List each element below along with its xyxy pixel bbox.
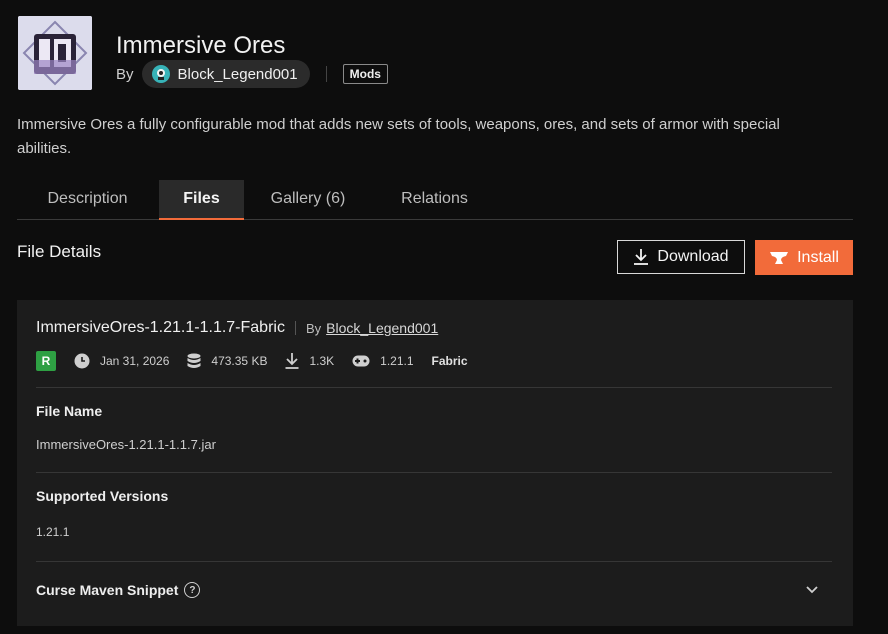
file-date-text: Jan 31, 2026	[100, 354, 170, 368]
tab-relations[interactable]: Relations	[377, 180, 492, 218]
curse-maven-row[interactable]: Curse Maven Snippet ?	[36, 582, 201, 598]
file-meta-row: R Jan 31, 2026 473.35 KB 1.3K 1.21.1 Fab…	[36, 350, 468, 372]
release-type-badge: R	[36, 351, 56, 371]
by-label: By	[116, 65, 134, 83]
file-loader: Fabric	[431, 354, 468, 368]
database-icon	[187, 353, 201, 368]
file-name-label: File Name	[36, 403, 103, 419]
author-name: Block_Legend001	[177, 65, 298, 83]
byline-divider	[325, 66, 327, 82]
file-downloads: 1.3K	[285, 352, 334, 370]
divider	[36, 561, 832, 562]
project-summary: Immersive Ores a fully configurable mod …	[17, 116, 780, 157]
file-title-row: ImmersiveOres-1.21.1-1.1.7-Fabric By Blo…	[36, 318, 438, 338]
install-button[interactable]: Install	[755, 240, 853, 275]
file-display-name: ImmersiveOres-1.21.1-1.1.7-Fabric	[36, 319, 285, 336]
anvil-icon	[770, 251, 789, 264]
file-game-version-text: 1.21.1	[380, 354, 414, 368]
file-size-text: 473.35 KB	[211, 354, 268, 368]
help-icon[interactable]: ?	[184, 582, 201, 598]
download-count-icon	[285, 353, 299, 369]
curse-maven-label: Curse Maven Snippet	[36, 582, 179, 598]
download-icon	[634, 249, 649, 265]
project-tabs: Description Files Gallery (6) Relations	[17, 180, 853, 220]
tab-description[interactable]: Description	[17, 180, 158, 218]
file-details-title: File Details	[17, 242, 102, 261]
file-game-version: 1.21.1	[352, 354, 414, 368]
author-link[interactable]: Block_Legend001	[141, 60, 310, 88]
author-avatar-icon	[151, 65, 170, 83]
file-title-divider	[294, 321, 296, 335]
file-date: Jan 31, 2026	[74, 353, 169, 369]
divider	[36, 387, 832, 388]
tab-files[interactable]: Files	[159, 180, 244, 220]
file-downloads-text: 1.3K	[309, 354, 335, 368]
supported-versions-value: 1.21.1	[36, 525, 70, 539]
file-by-label: By	[305, 320, 322, 336]
project-title: Immersive Ores	[116, 32, 286, 59]
project-byline: By Block_Legend001 Mods	[116, 60, 388, 88]
file-name-value: ImmersiveOres-1.21.1-1.1.7.jar	[36, 437, 216, 452]
file-details-panel: ImmersiveOres-1.21.1-1.1.7-Fabric By Blo…	[17, 300, 853, 626]
download-button[interactable]: Download	[617, 240, 745, 274]
project-logo-icon	[18, 16, 92, 90]
download-label: Download	[657, 248, 729, 265]
clock-icon	[74, 353, 90, 369]
supported-versions-label: Supported Versions	[36, 488, 169, 504]
install-label: Install	[797, 248, 839, 266]
gamepad-icon	[352, 355, 370, 367]
tab-gallery[interactable]: Gallery (6)	[248, 180, 368, 218]
project-header: Immersive Ores By Block_Legend001 Mods	[18, 16, 858, 96]
divider	[36, 472, 832, 473]
chevron-down-icon[interactable]	[805, 584, 819, 594]
file-author-link[interactable]: Block_Legend001	[326, 320, 438, 336]
file-size: 473.35 KB	[187, 353, 267, 369]
category-badge[interactable]: Mods	[342, 64, 388, 84]
